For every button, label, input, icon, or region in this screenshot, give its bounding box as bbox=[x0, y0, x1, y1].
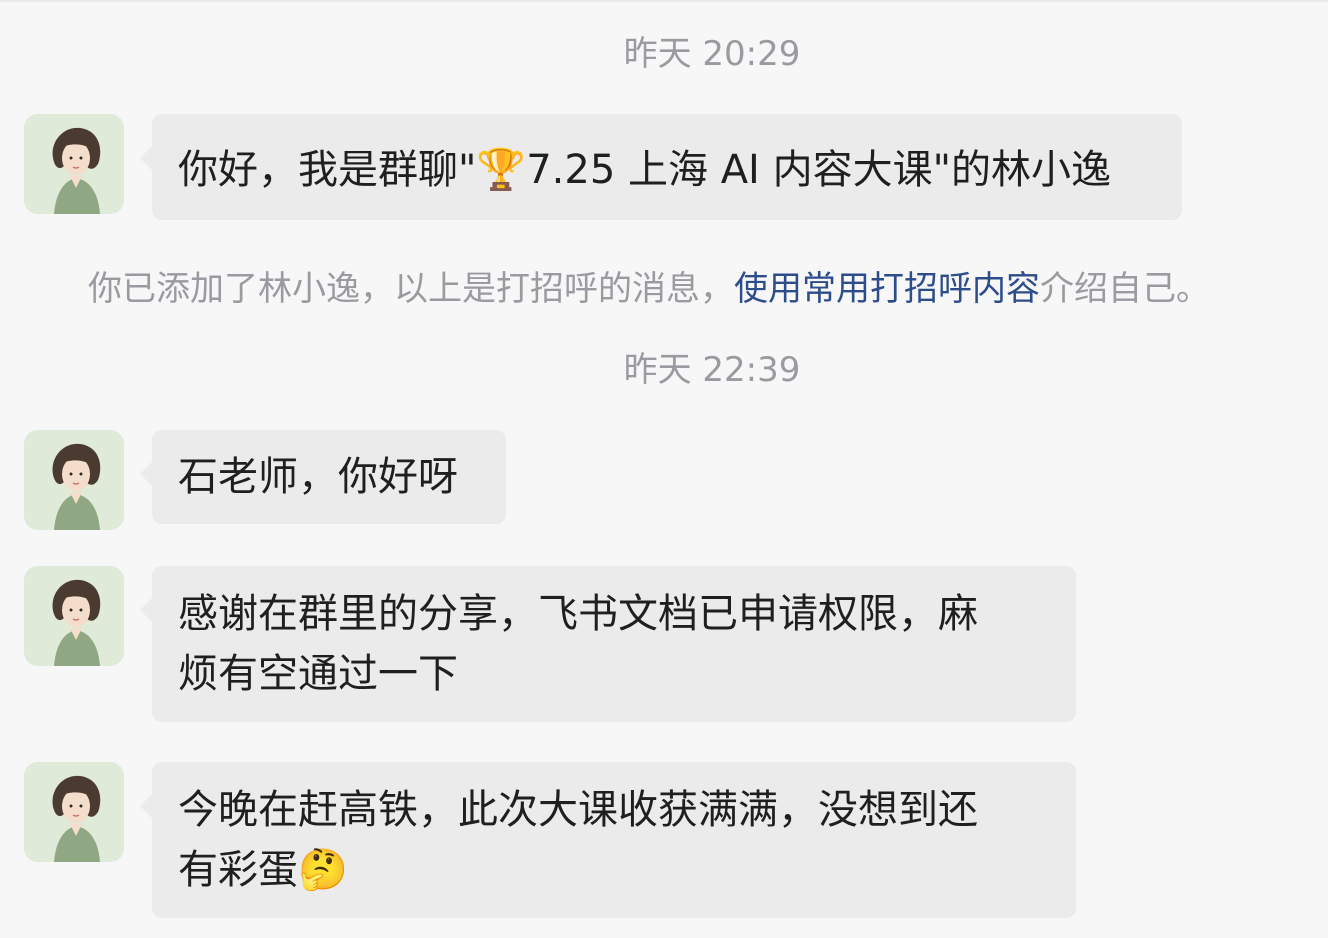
woman-avatar-icon[interactable] bbox=[24, 566, 124, 666]
message-bubble[interactable]: 石老师，你好呀 bbox=[140, 430, 506, 524]
woman-avatar-icon[interactable] bbox=[24, 762, 124, 862]
woman-avatar-icon[interactable] bbox=[24, 430, 124, 530]
system-note: 你已添加了林小逸，以上是打招呼的消息，使用常用打招呼内容介绍自己。 bbox=[88, 264, 1210, 314]
message-bubble[interactable]: 今晚在赶高铁，此次大课收获满满，没想到还 有彩蛋🤔 bbox=[140, 762, 1076, 918]
chat-window: 昨天 20:29 你好，我是群聊"🏆7.25 上海 AI 内容大课"的林小逸 你… bbox=[0, 0, 1328, 938]
system-note-prefix: 你已添加了林小逸，以上是打招呼的消息， bbox=[88, 269, 734, 309]
system-note-suffix: 介绍自己。 bbox=[1040, 269, 1210, 309]
woman-avatar-icon[interactable] bbox=[24, 114, 124, 214]
timestamp: 昨天 20:29 bbox=[623, 34, 801, 74]
timestamp: 昨天 22:39 bbox=[623, 350, 801, 390]
message-bubble[interactable]: 感谢在群里的分享，飞书文档已申请权限，麻 烦有空通过一下 bbox=[140, 566, 1076, 722]
message-bubble[interactable]: 你好，我是群聊"🏆7.25 上海 AI 内容大课"的林小逸 bbox=[140, 114, 1182, 220]
greeting-template-link[interactable]: 使用常用打招呼内容 bbox=[734, 269, 1040, 309]
